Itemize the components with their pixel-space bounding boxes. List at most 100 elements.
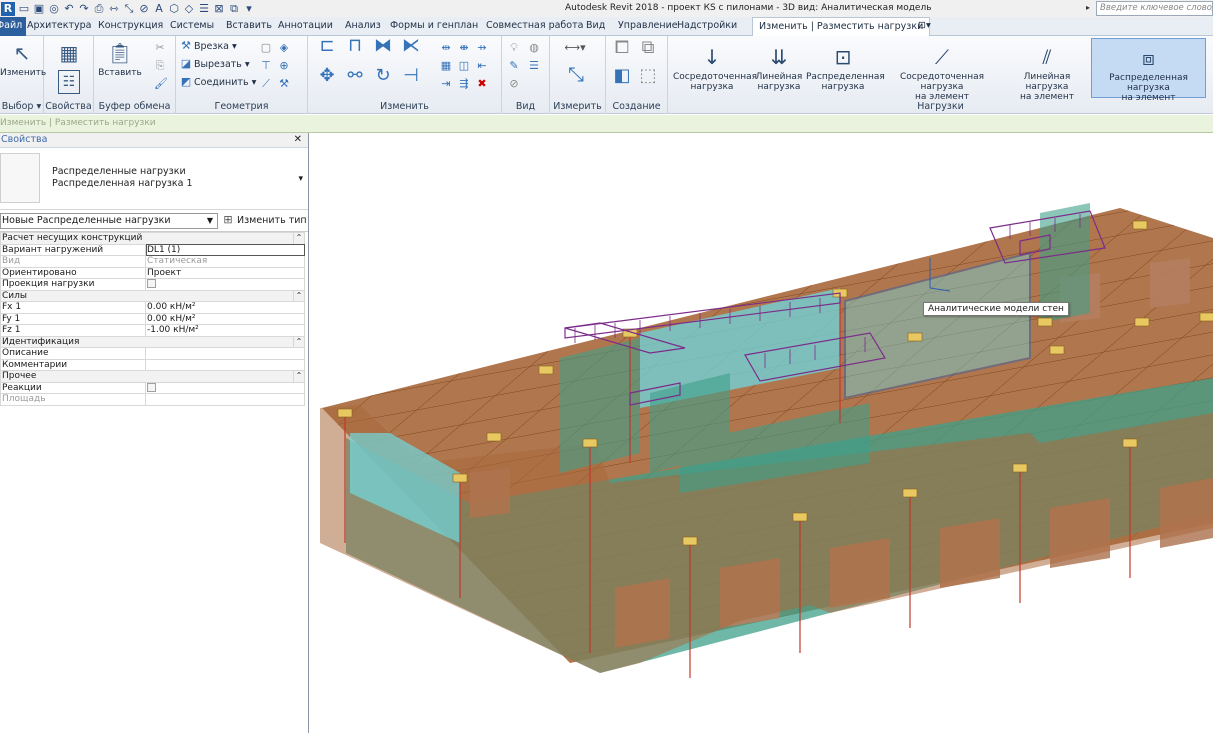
copy-element-icon[interactable]: ⚯ [344, 67, 366, 92]
wall-joins-icon[interactable]: ▢ [260, 42, 272, 54]
move-icon[interactable]: ✥ [316, 67, 338, 92]
hosted-point-load-button[interactable]: ⟋ Сосредоточенная нагрузка на элемент [881, 38, 1003, 102]
scale-icon[interactable]: ◫ [458, 60, 470, 72]
modify-button[interactable]: ↖ Изменить [0, 40, 46, 78]
property-value[interactable]: Проект [145, 266, 305, 279]
align-icon[interactable]: ⊏ [316, 37, 338, 62]
demolish-icon[interactable]: ⟋ [260, 78, 272, 90]
measure-distance-icon[interactable]: ⟷▾ [560, 42, 590, 54]
thin-lines-icon[interactable]: ☰ [198, 2, 210, 15]
tab-systems[interactable]: Системы [170, 20, 214, 31]
tab-analyze[interactable]: Анализ [345, 20, 381, 31]
copy-icon[interactable]: ⎘ [154, 60, 166, 72]
switch-windows-icon[interactable]: ⧉ [228, 2, 240, 15]
pin-icon[interactable]: ⇤ [476, 60, 488, 72]
select-panel-title[interactable]: Выбор ▾ [0, 101, 43, 112]
property-value[interactable]: DL1 (1) [145, 243, 305, 256]
split-icon[interactable]: ⇹ [440, 42, 452, 54]
delete-icon[interactable]: ✖ [476, 78, 488, 90]
paste-button[interactable]: 📋︎ Вставить [96, 40, 144, 78]
create-similar-icon[interactable]: ⬚ [638, 67, 658, 90]
point-load-button[interactable]: ↓ Сосредоточенная нагрузка [673, 38, 757, 98]
checkbox[interactable] [147, 382, 156, 392]
hide-icon[interactable]: 💡︎ [508, 42, 520, 54]
link-icon[interactable]: ⊘ [508, 78, 520, 90]
mirror-draw-icon[interactable]: ⧔ [400, 37, 422, 62]
split-face-icon[interactable]: ◈ [278, 42, 290, 54]
customize-qat-icon[interactable]: ▾ [243, 2, 255, 15]
property-group-header[interactable]: Расчет несущих конструкций ⌃ [0, 232, 305, 245]
type-properties-button[interactable]: ▦ [54, 40, 84, 68]
collapse-icon[interactable]: ⌃ [293, 370, 305, 383]
sync-icon[interactable]: ◎ [48, 2, 60, 15]
tab-view[interactable]: Вид [586, 20, 605, 31]
tab-manage[interactable]: Управление [618, 20, 678, 31]
property-value[interactable] [145, 347, 305, 360]
search-expand-icon[interactable]: ▸ [1086, 3, 1090, 12]
property-group-header[interactable]: Прочее ⌃ [0, 370, 305, 383]
tab-file[interactable]: Файл [0, 17, 27, 36]
tab-architecture[interactable]: Архитектура [27, 20, 91, 31]
create-group-icon[interactable]: ⧠ [612, 39, 632, 62]
tab-insert[interactable]: Вставить [226, 20, 272, 31]
type-selector[interactable]: Распределенные нагрузки Распределенная н… [0, 148, 308, 210]
property-value[interactable] [145, 278, 305, 291]
area-load-button[interactable]: ⊡ Распределенная нагрузка [806, 38, 885, 98]
collapse-icon[interactable]: ⌃ [293, 289, 305, 302]
paint-icon[interactable]: ⊕ [278, 60, 290, 72]
dimension-icon[interactable]: ⤡ [123, 2, 135, 15]
cut-icon[interactable]: ✂ [154, 42, 166, 54]
line-load-button[interactable]: ⇊ Линейная нагрузка [754, 38, 804, 98]
redo-icon[interactable]: ↷ [78, 2, 90, 15]
override-graphics-icon[interactable]: ☰ [528, 60, 540, 72]
section-icon[interactable]: ◇ [183, 2, 195, 15]
hosted-line-load-button[interactable]: ⫽ Линейная нагрузка на элемент [1004, 38, 1090, 102]
trim-extend-icon[interactable]: ⇥ [440, 78, 452, 90]
measure-icon[interactable]: ⇿ [108, 2, 120, 15]
analytical-model-3d[interactable] [310, 133, 1213, 733]
property-value[interactable] [145, 381, 305, 394]
property-value[interactable]: -1.00 кН/м² [145, 324, 305, 337]
join-button[interactable]: ◩ Соединить ▾ [180, 76, 257, 88]
tag-icon[interactable]: ⊘ [138, 2, 150, 15]
array-icon[interactable]: ▦ [440, 60, 452, 72]
open-icon[interactable]: ▭ [18, 2, 30, 15]
ribbon-minimize-icon[interactable]: ⊡▾ [918, 20, 931, 31]
rotate-icon[interactable]: ↻ [372, 67, 394, 92]
create-assembly-icon[interactable]: ⧉ [638, 39, 658, 62]
save-icon[interactable]: ▣ [33, 2, 45, 15]
beam-join-icon[interactable]: ⊤ [260, 60, 272, 72]
tab-addins[interactable]: Надстройки [677, 20, 737, 31]
tab-structure[interactable]: Конструкция [98, 20, 163, 31]
match-type-icon[interactable]: 🖌︎ [154, 78, 168, 90]
close-icon[interactable]: ✕ [294, 133, 302, 147]
properties-button[interactable]: ☷ [54, 70, 84, 96]
undo-icon[interactable]: ↶ [63, 2, 75, 15]
cut-geometry-button[interactable]: ◪ Вырезать ▾ [180, 58, 250, 70]
create-parts-icon[interactable]: ◧ [612, 67, 632, 90]
property-value[interactable]: 0.00 кН/м² [145, 312, 305, 325]
instance-filter-dropdown[interactable]: Новые Распределенные нагрузки ▼ [0, 213, 218, 229]
collapse-icon[interactable]: ⌃ [293, 232, 305, 245]
trim-icon[interactable]: ⊣ [400, 67, 422, 92]
collapse-icon[interactable]: ⌃ [293, 335, 305, 348]
tab-massing-site[interactable]: Формы и генплан [390, 20, 478, 31]
dimension-aligned-icon[interactable]: ⤡ [562, 64, 590, 92]
hammer-icon[interactable]: ⚒ [278, 78, 290, 90]
revit-logo-icon[interactable]: R [1, 1, 15, 16]
unpin-icon[interactable]: ⇸ [476, 42, 488, 54]
cope-button[interactable]: ⚒ Врезка ▾ [180, 40, 237, 52]
hosted-area-load-button[interactable]: ⧈ Распределенная нагрузка на элемент [1091, 38, 1206, 103]
3d-view-icon[interactable]: ⬡ [168, 2, 180, 15]
property-value[interactable] [145, 358, 305, 371]
edit-type-button[interactable]: ⊞ Изменить тип [222, 214, 306, 226]
property-group-header[interactable]: Силы ⌃ [0, 289, 305, 302]
trim-multiple-icon[interactable]: ⇶ [458, 78, 470, 90]
mirror-axis-icon[interactable]: ⧓ [372, 37, 394, 62]
property-group-header[interactable]: Идентификация ⌃ [0, 335, 305, 348]
3d-view-canvas[interactable] [310, 133, 1213, 733]
print-icon[interactable]: ⎙ [93, 2, 105, 15]
close-hidden-icon[interactable]: ⊠ [213, 2, 225, 15]
linework-icon[interactable]: ✎ [508, 60, 520, 72]
search-input[interactable]: Введите ключевое слово/фразу [1096, 1, 1213, 16]
